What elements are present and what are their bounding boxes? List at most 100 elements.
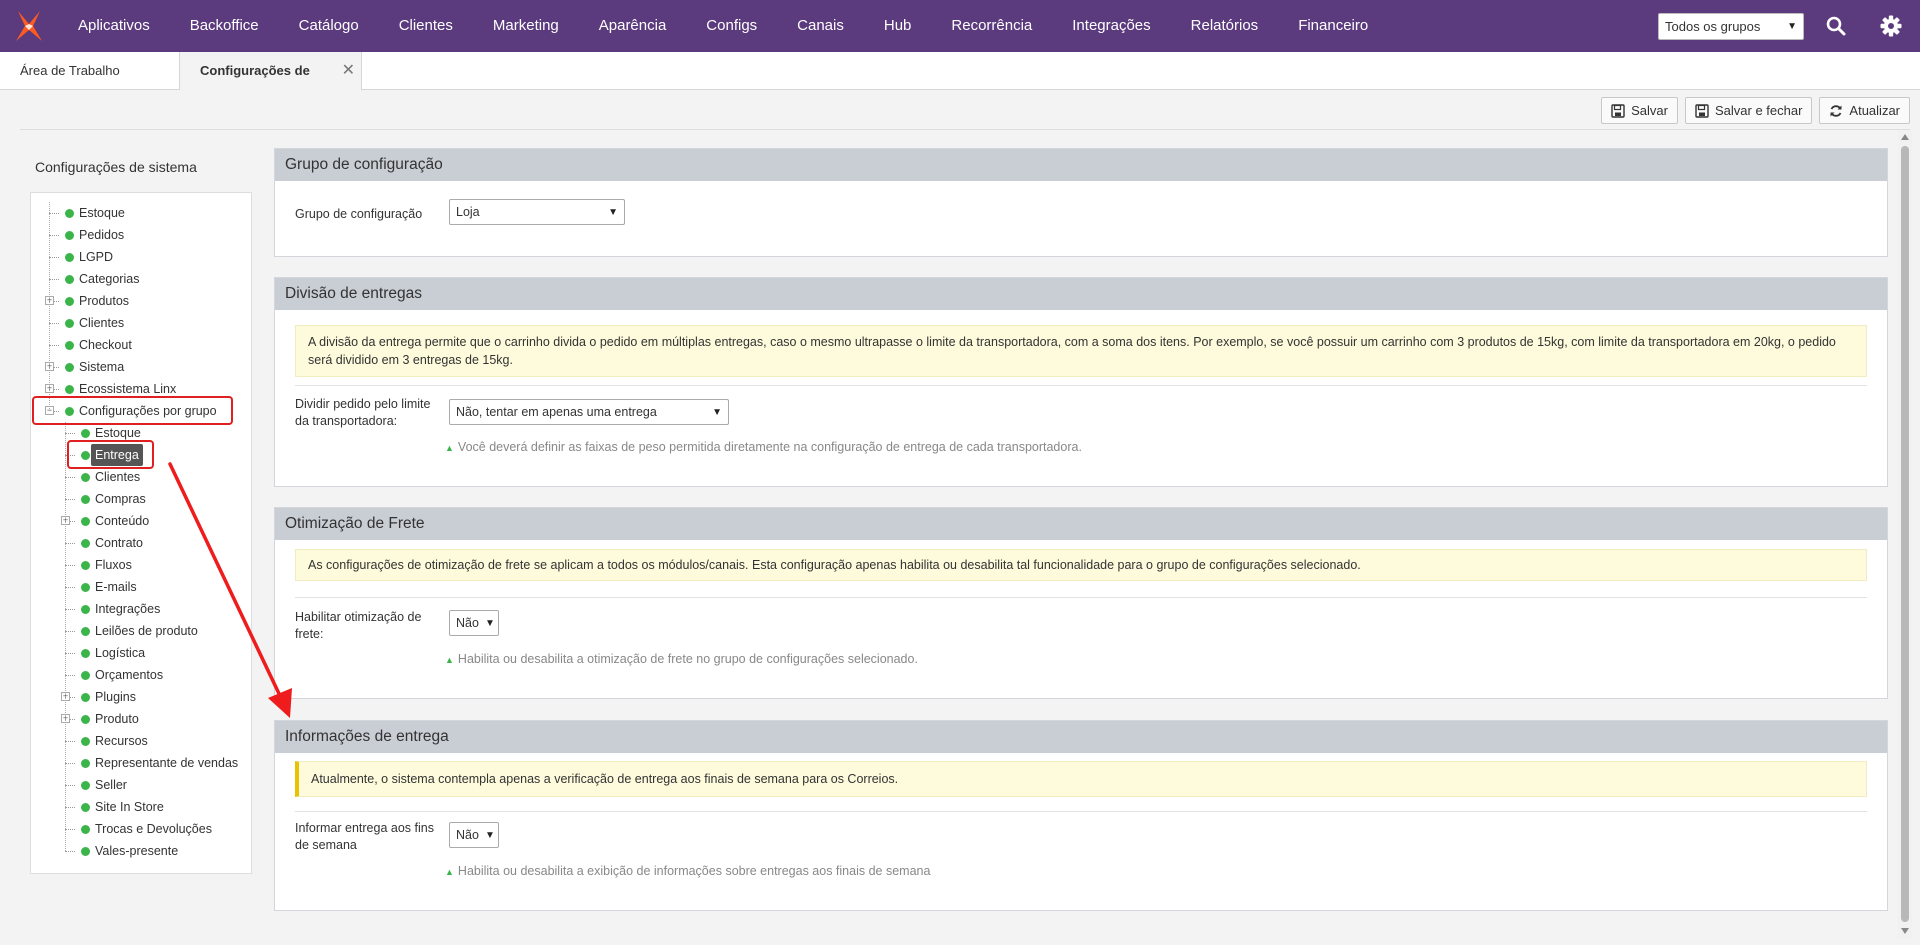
select-value: Loja bbox=[456, 205, 480, 219]
tree-node[interactable]: + Plugins bbox=[31, 686, 251, 708]
info-alert: A divisão da entrega permite que o carri… bbox=[295, 325, 1867, 377]
tree-connector bbox=[65, 609, 75, 610]
tree-connector bbox=[49, 235, 59, 236]
tree-node[interactable]: Seller bbox=[31, 774, 251, 796]
tree-connector bbox=[65, 829, 75, 830]
tree-node[interactable]: + Sistema bbox=[31, 356, 251, 378]
nav-menu-item[interactable]: Catálogo bbox=[279, 0, 379, 52]
tree-connector bbox=[65, 785, 75, 786]
tree-node[interactable]: + Conteúdo bbox=[31, 510, 251, 532]
nav-menu-item[interactable]: Aparência bbox=[579, 0, 687, 52]
refresh-button[interactable]: Atualizar bbox=[1819, 97, 1910, 124]
status-dot-icon bbox=[65, 363, 74, 372]
status-dot-icon bbox=[65, 253, 74, 262]
tree-node[interactable]: − Configurações por grupo bbox=[31, 400, 251, 422]
save-button[interactable]: Salvar bbox=[1601, 97, 1678, 124]
tree-node[interactable]: Orçamentos bbox=[31, 664, 251, 686]
scroll-down-icon[interactable] bbox=[1901, 928, 1909, 934]
tree-node[interactable]: Compras bbox=[31, 488, 251, 510]
tab-configuracoes-de-sistema[interactable]: Configurações de sistem ✕ bbox=[180, 52, 362, 91]
freight-optimization-select[interactable]: Não ▼ bbox=[449, 610, 499, 636]
tree-node[interactable]: Estoque bbox=[31, 202, 251, 224]
tree-node-label: E-mails bbox=[95, 580, 137, 594]
tree-node[interactable]: + Ecossistema Linx bbox=[31, 378, 251, 400]
nav-menu-item[interactable]: Integrações bbox=[1052, 0, 1170, 52]
tree-node[interactable]: E-mails bbox=[31, 576, 251, 598]
tree-connector bbox=[65, 851, 75, 852]
tree-node[interactable]: Entrega bbox=[31, 444, 251, 466]
nav-menu-item[interactable]: Relatórios bbox=[1171, 0, 1279, 52]
refresh-icon bbox=[1830, 104, 1842, 117]
chevron-down-icon: ▼ bbox=[712, 406, 722, 418]
hint-text: Habilita ou desabilita a exibição de inf… bbox=[457, 864, 931, 878]
tree-node[interactable]: + Produto bbox=[31, 708, 251, 730]
close-icon[interactable]: ✕ bbox=[342, 52, 355, 90]
tree-node-label: LGPD bbox=[79, 250, 114, 264]
group-select[interactable]: Todos os grupos ▼ bbox=[1658, 13, 1804, 40]
tree-node[interactable]: Estoque bbox=[31, 422, 251, 444]
field-hint: ▲ Habilita ou desabilita a otimização de … bbox=[445, 652, 918, 666]
panel-title: Divisão de entregas bbox=[275, 278, 1887, 310]
tree-node[interactable]: Contrato bbox=[31, 532, 251, 554]
tree-node[interactable]: Site In Store bbox=[31, 796, 251, 818]
split-delivery-select[interactable]: Não, tentar em apenas uma entrega ▼ bbox=[449, 399, 729, 425]
search-icon[interactable] bbox=[1823, 13, 1849, 39]
tree-node-label: Produtos bbox=[79, 294, 130, 308]
weekend-delivery-select[interactable]: Não ▼ bbox=[449, 822, 499, 848]
status-dot-icon bbox=[81, 473, 90, 482]
tree-node-label: Configurações por grupo bbox=[79, 404, 217, 418]
save-and-close-button[interactable]: Salvar e fechar bbox=[1684, 97, 1813, 124]
panel-otimizacao-de-frete: Otimização de Frete As configurações de … bbox=[274, 507, 1888, 699]
tree-node[interactable]: Trocas e Devoluções bbox=[31, 818, 251, 840]
tree-node[interactable]: Clientes bbox=[31, 312, 251, 334]
nav-menu-item[interactable]: Backoffice bbox=[170, 0, 279, 52]
nav-menu-item[interactable]: Aplicativos bbox=[58, 0, 170, 52]
tree-node[interactable]: Clientes bbox=[31, 466, 251, 488]
nav-menu-item[interactable]: Clientes bbox=[379, 0, 473, 52]
tree-connector bbox=[65, 477, 75, 478]
tree-node[interactable]: + Produtos bbox=[31, 290, 251, 312]
tree-node-label: Compras bbox=[95, 492, 146, 506]
nav-menu-item[interactable]: Financeiro bbox=[1278, 0, 1388, 52]
group-select-value: Todos os grupos bbox=[1665, 19, 1761, 34]
tree-node[interactable]: Representante de vendas bbox=[31, 752, 251, 774]
tree-node[interactable]: LGPD bbox=[31, 246, 251, 268]
tree-node[interactable]: Integrações bbox=[31, 598, 251, 620]
chevron-down-icon: ▼ bbox=[608, 206, 618, 218]
tree-node-label: Pedidos bbox=[79, 228, 125, 242]
scrollbar-thumb[interactable] bbox=[1901, 146, 1909, 922]
tree-node[interactable]: Leilões de produto bbox=[31, 620, 251, 642]
nav-menu-item[interactable]: Canais bbox=[777, 0, 864, 52]
tree-connector bbox=[65, 587, 75, 588]
tree-node[interactable]: Checkout bbox=[31, 334, 251, 356]
gear-icon[interactable] bbox=[1878, 13, 1904, 39]
tree-node[interactable]: Categorias bbox=[31, 268, 251, 290]
config-group-select[interactable]: Loja ▼ bbox=[449, 199, 625, 225]
tree-node[interactable]: Vales-presente bbox=[31, 840, 251, 862]
status-dot-icon bbox=[65, 385, 74, 394]
floppy-icon bbox=[1695, 103, 1709, 118]
nav-menu-item[interactable]: Hub bbox=[864, 0, 932, 52]
settings-tree: Estoque Pedidos LGPD Categorias + Produtos Cli… bbox=[30, 192, 252, 874]
nav-menu-item[interactable]: Configs bbox=[686, 0, 777, 52]
tree-connector bbox=[65, 499, 75, 500]
logo-icon[interactable] bbox=[0, 0, 58, 52]
tree-connector bbox=[65, 675, 75, 676]
tree-node-label: Recursos bbox=[95, 734, 148, 748]
floppy-icon bbox=[1611, 103, 1625, 118]
tree-node[interactable]: Fluxos bbox=[31, 554, 251, 576]
tab-area-de-trabalho[interactable]: Área de Trabalho bbox=[0, 52, 180, 90]
tree-node[interactable]: Logística bbox=[31, 642, 251, 664]
scrollbar[interactable] bbox=[1898, 130, 1912, 938]
tree-node-label: Conteúdo bbox=[95, 514, 150, 528]
panel-title: Otimização de Frete bbox=[275, 508, 1887, 540]
nav-menu-item[interactable]: Recorrência bbox=[931, 0, 1052, 52]
tree-connector bbox=[49, 257, 59, 258]
tree-node-label: Categorias bbox=[79, 272, 140, 286]
nav-menu-item[interactable]: Marketing bbox=[473, 0, 579, 52]
caret-up-icon: ▲ bbox=[445, 443, 454, 453]
tree-node[interactable]: Recursos bbox=[31, 730, 251, 752]
tree-node[interactable]: Pedidos bbox=[31, 224, 251, 246]
scroll-up-icon[interactable] bbox=[1901, 134, 1909, 140]
tree-node-label: Leilões de produto bbox=[95, 624, 198, 638]
